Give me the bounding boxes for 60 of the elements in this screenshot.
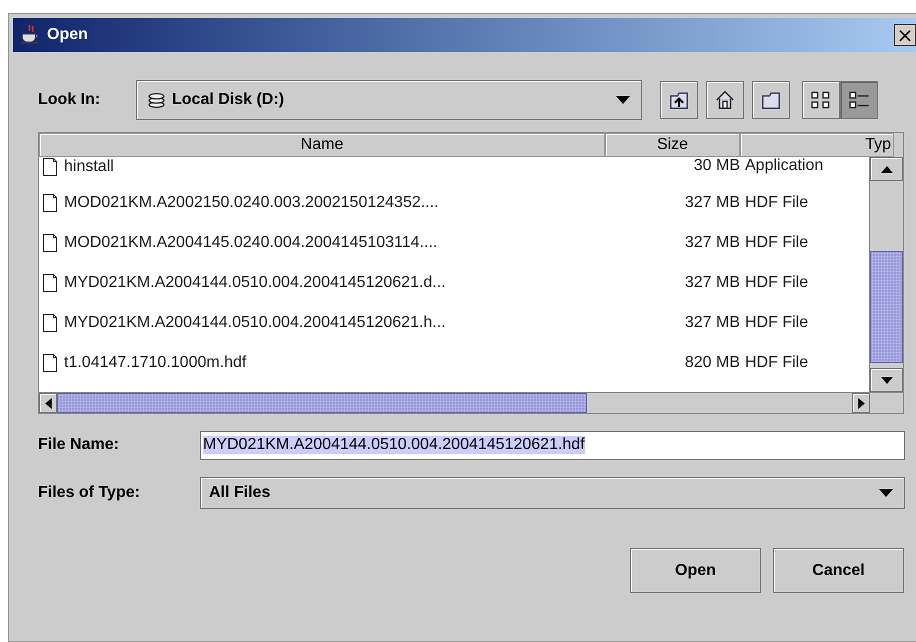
scroll-left-button[interactable] <box>39 393 57 413</box>
file-type: HDF File <box>745 274 808 291</box>
home-icon <box>714 89 736 111</box>
file-name-field[interactable]: MYD021KM.A2004144.0510.004.2004145120621.hdf <box>200 430 905 460</box>
details-view-icon <box>848 89 870 111</box>
folder-up-button[interactable] <box>660 81 698 119</box>
file-size: 327 MB <box>684 314 740 331</box>
cancel-button[interactable]: Cancel <box>773 548 904 593</box>
file-type-label: Files of Type: <box>38 484 141 502</box>
file-type: HDF File <box>745 234 808 251</box>
left-arrow-icon <box>44 398 52 408</box>
file-icon <box>42 273 58 293</box>
caret-icon <box>615 95 631 105</box>
file-type: Application <box>745 157 824 174</box>
details-view-button[interactable] <box>840 81 878 119</box>
file-type: HDF File <box>745 314 808 331</box>
file-type: HDF File <box>745 354 808 371</box>
scroll-right-button[interactable] <box>852 393 870 413</box>
close-button[interactable]: × <box>894 24 916 46</box>
scroll-thumb[interactable] <box>870 251 903 363</box>
file-size: 327 MB <box>684 234 740 251</box>
column-header[interactable]: Size <box>605 133 740 157</box>
disk-icon <box>147 92 166 108</box>
scroll-up-button[interactable] <box>870 157 903 181</box>
file-type: HDF File <box>745 194 808 211</box>
look-in-label: Look In: <box>38 91 102 109</box>
file-icon <box>42 313 58 333</box>
up-arrow-icon <box>880 166 892 172</box>
vertical-scrollbar[interactable] <box>869 157 903 392</box>
file-icon <box>42 353 58 373</box>
list-view-icon <box>810 89 832 111</box>
file-icon <box>42 233 58 253</box>
window-title: Open <box>47 26 89 44</box>
file-size: 327 MB <box>684 274 740 291</box>
file-name[interactable]: hinstall <box>64 158 114 176</box>
file-name[interactable]: MOD021KM.A2002150.0240.003.2002150124352.... <box>64 194 439 212</box>
down-arrow-icon <box>880 376 892 384</box>
file-icon <box>42 193 58 213</box>
scroll-thumb[interactable] <box>57 393 587 413</box>
file-size: 327 MB <box>684 194 740 211</box>
open-button[interactable]: Open <box>630 548 761 593</box>
folder-button[interactable] <box>752 81 790 119</box>
file-size: 30 MB <box>694 157 740 174</box>
file-name-label: File Name: <box>38 436 120 454</box>
home-button[interactable] <box>706 81 744 119</box>
horizontal-scrollbar[interactable] <box>39 392 903 413</box>
file-name[interactable]: MYD021KM.A2004144.0510.004.2004145120621.d... <box>64 274 446 292</box>
column-header[interactable]: Name <box>39 133 605 157</box>
look-in-dropdown[interactable]: Local Disk (D:) <box>136 80 642 120</box>
file-name[interactable]: MYD021KM.A2004144.0510.004.2004145120621.h... <box>64 314 446 332</box>
file-type-dropdown[interactable]: All Files <box>200 477 905 509</box>
file-name[interactable]: t1.04147.1710.1000m.hdf <box>64 354 246 372</box>
file-size: 820 MB <box>684 354 740 371</box>
column-header[interactable]: Typ <box>740 133 894 157</box>
coffee-cup-icon <box>19 24 41 46</box>
list-view-button[interactable] <box>802 81 840 119</box>
caret-icon <box>878 488 894 498</box>
scroll-down-button[interactable] <box>870 368 903 392</box>
file-name[interactable]: MOD021KM.A2004145.0240.004.2004145103114.... <box>64 234 438 252</box>
right-arrow-icon <box>858 398 864 408</box>
